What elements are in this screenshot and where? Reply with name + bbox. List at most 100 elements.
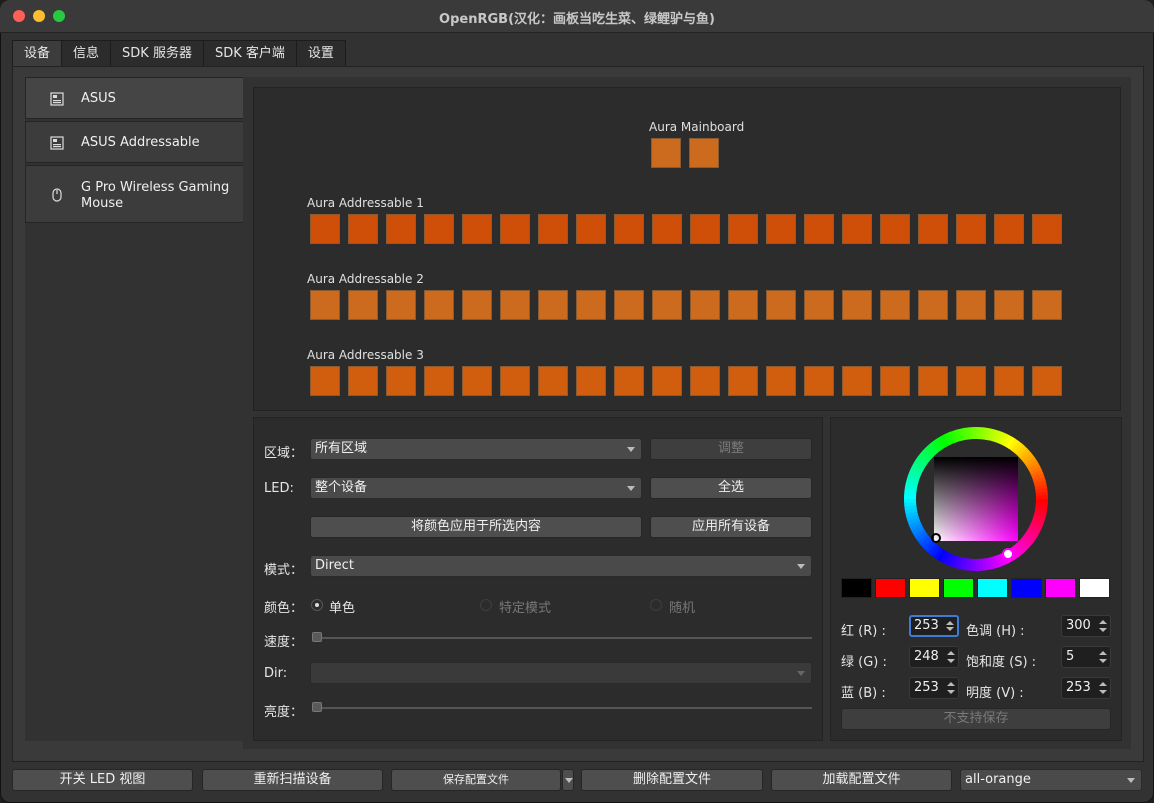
led-cell[interactable] [842,366,872,396]
led-cell[interactable] [880,214,910,244]
hue-ring-segment[interactable] [1035,495,1048,500]
save-profile-button[interactable]: 保存配置文件 [391,769,561,791]
spin-down-icon[interactable] [1099,690,1107,694]
led-cell[interactable] [310,290,340,320]
led-cell[interactable] [1032,366,1062,396]
led-cell[interactable] [1032,214,1062,244]
speed-slider-track[interactable] [314,637,812,639]
led-cell[interactable] [918,214,948,244]
save-profile-menu-button[interactable] [562,769,574,791]
led-cell[interactable] [386,214,416,244]
led-select[interactable]: 整个设备 [310,477,642,499]
led-cell[interactable] [690,214,720,244]
zone-select[interactable]: 所有区域 [310,438,642,460]
spin-up-icon[interactable] [946,621,954,625]
led-cell[interactable] [804,214,834,244]
led-cell[interactable] [424,366,454,396]
spin-up-icon[interactable] [1099,620,1107,624]
speed-slider-handle[interactable] [312,632,322,642]
tab-sdk-client[interactable]: SDK 客户端 [202,40,297,66]
radio-mode-specific[interactable] [480,599,492,611]
led-cell[interactable] [728,366,758,396]
radio-single-color[interactable] [311,599,323,611]
color-swatch[interactable] [1045,578,1076,598]
color-swatch[interactable] [909,578,940,598]
spin-up-icon[interactable] [1099,651,1107,655]
led-cell[interactable] [690,366,720,396]
led-cell[interactable] [462,290,492,320]
spin-down-icon[interactable] [1099,659,1107,663]
spin-down-icon[interactable] [946,627,954,631]
color-swatch[interactable] [943,578,974,598]
led-cell[interactable] [956,366,986,396]
led-cell[interactable] [462,214,492,244]
blue-spinbox[interactable]: 253 [909,677,959,699]
device-item-asus-addressable[interactable]: ASUS Addressable [25,121,243,163]
apply-all-devices-button[interactable]: 应用所有设备 [650,516,812,538]
led-cell[interactable] [880,290,910,320]
apply-to-selected-button[interactable]: 将颜色应用于所选内容 [310,516,642,538]
color-swatch[interactable] [875,578,906,598]
color-swatch[interactable] [841,578,872,598]
value-spinbox[interactable]: 253 [1061,677,1111,699]
led-cell[interactable] [918,290,948,320]
spin-up-icon[interactable] [947,682,955,686]
led-cell[interactable] [842,214,872,244]
saturation-spinbox[interactable]: 5 [1061,646,1111,668]
adjust-button[interactable]: 调整 [650,438,812,460]
hue-ring-segment[interactable] [972,427,977,440]
radio-random[interactable] [650,599,662,611]
led-cell[interactable] [386,366,416,396]
led-cell[interactable] [994,290,1024,320]
hue-ring-segment[interactable] [975,558,980,571]
led-cell[interactable] [576,366,606,396]
spin-down-icon[interactable] [947,690,955,694]
led-cell[interactable] [994,214,1024,244]
led-cell[interactable] [804,366,834,396]
led-cell[interactable] [500,214,530,244]
led-cell[interactable] [538,366,568,396]
save-to-device-button[interactable]: 不支持保存 [841,708,1111,730]
led-cell[interactable] [576,290,606,320]
led-cell[interactable] [424,214,454,244]
color-swatch[interactable] [977,578,1008,598]
led-cell[interactable] [842,290,872,320]
rescan-devices-button[interactable]: 重新扫描设备 [202,769,383,791]
led-cell[interactable] [766,290,796,320]
led-cell[interactable] [310,214,340,244]
hue-cursor[interactable] [1002,548,1014,560]
led-cell[interactable] [651,138,681,168]
hue-spinbox[interactable]: 300 [1061,615,1111,637]
tab-settings[interactable]: 设置 [295,40,346,66]
spin-down-icon[interactable] [1099,628,1107,632]
led-cell[interactable] [918,366,948,396]
delete-profile-button[interactable]: 删除配置文件 [581,769,763,791]
led-cell[interactable] [766,366,796,396]
mode-select[interactable]: Direct [310,555,812,577]
select-all-button[interactable]: 全选 [650,477,812,499]
led-cell[interactable] [310,366,340,396]
led-cell[interactable] [690,290,720,320]
led-cell[interactable] [1032,290,1062,320]
led-cell[interactable] [956,214,986,244]
led-cell[interactable] [614,366,644,396]
led-cell[interactable] [348,366,378,396]
led-cell[interactable] [880,366,910,396]
led-cell[interactable] [500,366,530,396]
led-cell[interactable] [689,138,719,168]
led-cell[interactable] [804,290,834,320]
load-profile-button[interactable]: 加载配置文件 [771,769,952,791]
led-cell[interactable] [348,214,378,244]
led-cell[interactable] [538,214,568,244]
led-cell[interactable] [576,214,606,244]
color-swatch[interactable] [1011,578,1042,598]
brightness-slider-track[interactable] [314,707,812,709]
hue-ring-segment[interactable] [904,498,917,503]
direction-select[interactable] [310,662,812,684]
profile-select[interactable]: all-orange [960,769,1142,791]
tab-info[interactable]: 信息 [61,40,112,66]
tab-devices[interactable]: 设备 [12,40,63,67]
led-cell[interactable] [614,290,644,320]
led-cell[interactable] [956,290,986,320]
led-cell[interactable] [538,290,568,320]
